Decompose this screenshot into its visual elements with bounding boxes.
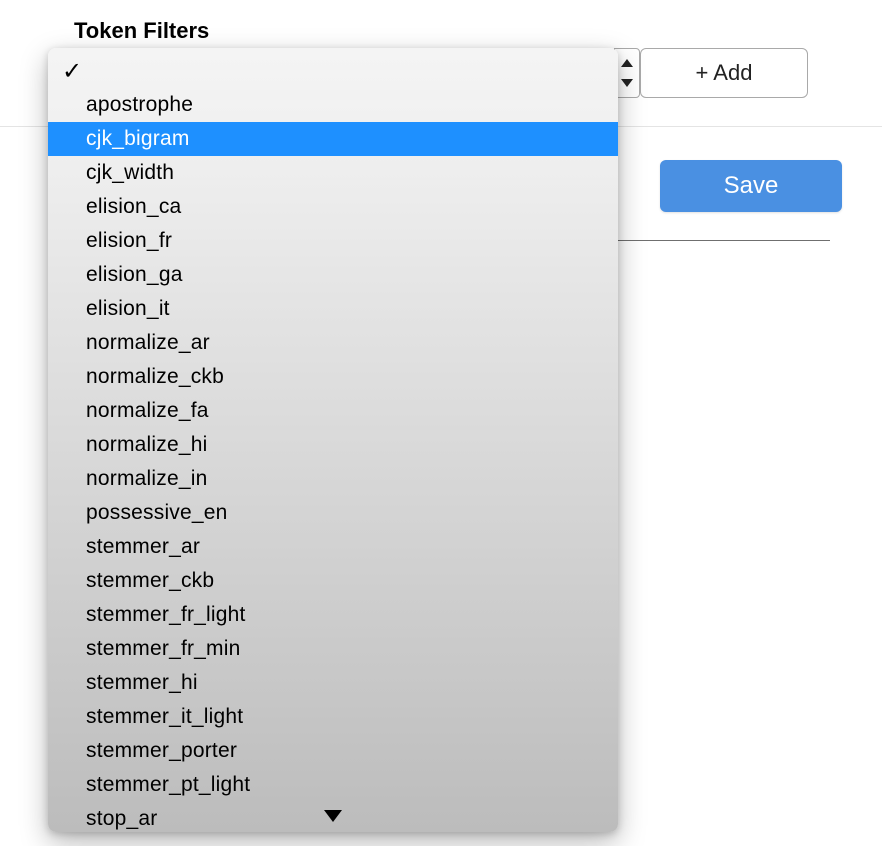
add-button[interactable]: + Add <box>640 48 808 98</box>
divider <box>616 240 830 241</box>
scroll-down-icon[interactable] <box>324 810 342 822</box>
dropdown-option[interactable]: apostrophe <box>48 88 618 122</box>
chevron-up-icon <box>621 59 633 67</box>
dropdown-option[interactable]: cjk_width <box>48 156 618 190</box>
dropdown-option[interactable]: normalize_fa <box>48 394 618 428</box>
dropdown-option[interactable]: normalize_hi <box>48 428 618 462</box>
dropdown-option[interactable]: stemmer_hi <box>48 666 618 700</box>
dropdown-option[interactable]: normalize_ar <box>48 326 618 360</box>
dropdown-option[interactable]: stemmer_fr_min <box>48 632 618 666</box>
dropdown-option[interactable]: normalize_in <box>48 462 618 496</box>
dropdown-option[interactable]: stemmer_porter <box>48 734 618 768</box>
dropdown-option[interactable]: elision_fr <box>48 224 618 258</box>
dropdown-options-list: apostrophecjk_bigramcjk_widthelision_cae… <box>48 88 618 832</box>
dropdown-option[interactable]: cjk_bigram <box>48 122 618 156</box>
dropdown-option[interactable]: stemmer_ckb <box>48 564 618 598</box>
dropdown-option[interactable]: normalize_ckb <box>48 360 618 394</box>
token-filters-label: Token Filters <box>74 18 209 44</box>
chevron-down-icon <box>621 79 633 87</box>
dropdown-option[interactable]: elision_ga <box>48 258 618 292</box>
dropdown-option[interactable]: elision_ca <box>48 190 618 224</box>
dropdown-option[interactable]: stemmer_it_light <box>48 700 618 734</box>
token-filter-dropdown[interactable]: ✓ apostrophecjk_bigramcjk_widthelision_c… <box>48 48 618 832</box>
save-button[interactable]: Save <box>660 160 842 212</box>
dropdown-option[interactable]: possessive_en <box>48 496 618 530</box>
dropdown-option[interactable]: elision_it <box>48 292 618 326</box>
dropdown-option[interactable]: stemmer_pt_light <box>48 768 618 802</box>
checkmark-icon: ✓ <box>62 57 82 86</box>
dropdown-option[interactable]: stemmer_ar <box>48 530 618 564</box>
dropdown-option[interactable]: stemmer_fr_light <box>48 598 618 632</box>
